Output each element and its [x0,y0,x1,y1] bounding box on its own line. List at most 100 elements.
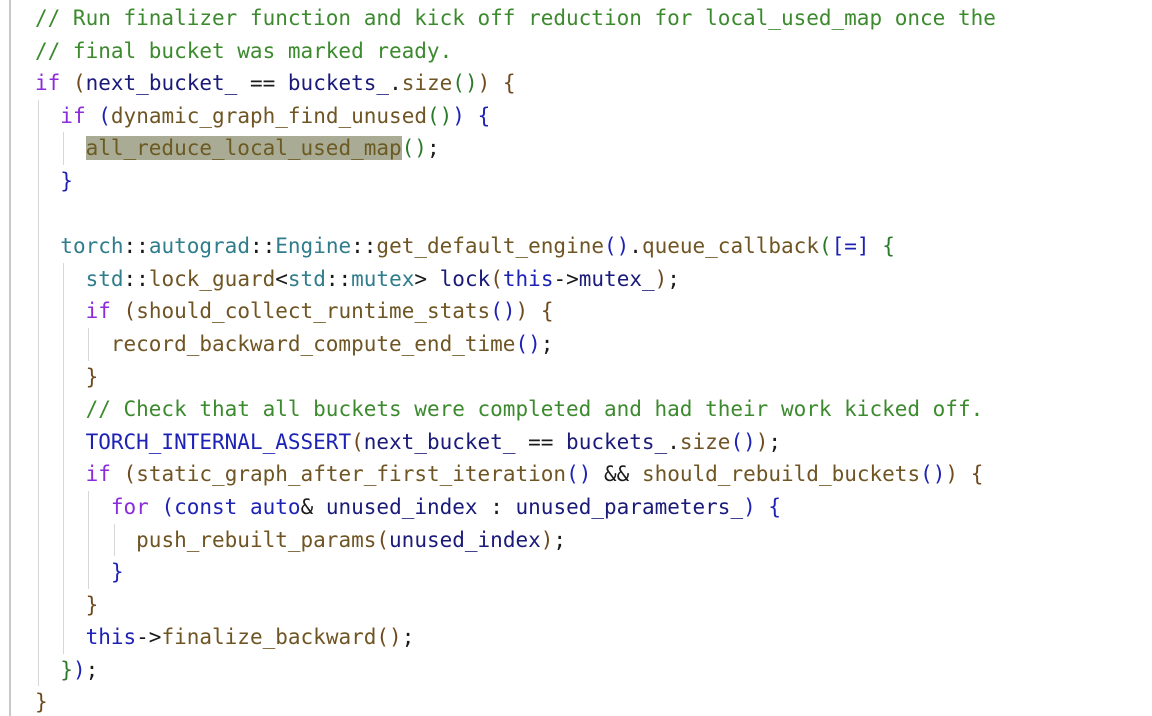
code-line[interactable] [35,197,996,231]
code-token: < [275,266,288,291]
indent-guide [38,164,39,198]
code-token: const [174,494,238,519]
code-token: } [35,690,48,715]
code-line[interactable]: if (should_collect_runtime_stats()) { [35,295,996,328]
indent-guide [38,230,39,263]
code-view[interactable]: // Run finalizer function and kick off r… [35,2,996,716]
code-token: :: [123,266,149,291]
code-editor[interactable]: // Run finalizer function and kick off r… [0,0,1152,716]
code-line[interactable]: all_reduce_local_used_map(); [35,132,996,165]
code-line[interactable]: } [35,164,996,198]
code-line[interactable]: for (const auto& unused_index : unused_p… [35,490,996,524]
code-line[interactable]: } [35,588,996,622]
code-line[interactable]: push_rebuilt_params(unused_index); [35,523,996,557]
code-token: -> [136,625,162,650]
code-line[interactable]: std::lock_guard<std::mutex> lock(this->m… [35,262,996,296]
code-token: ( [376,527,390,552]
code-token: unused_index [325,494,478,519]
code-line[interactable]: if (next_bucket_ == buckets_.size()) { [35,67,996,100]
indent-guide [38,295,39,328]
code-token: () [515,331,541,356]
code-token: ) [477,71,491,96]
code-line[interactable]: TORCH_INTERNAL_ASSERT(next_bucket_ == bu… [35,425,996,459]
code-token: { [768,494,782,519]
code-token: torch [60,234,124,259]
indent-guide [63,490,64,524]
code-token: push_rebuilt_params [136,527,377,552]
code-token: :: [325,266,352,291]
code-line[interactable]: // Check that all buckets were completed… [35,393,996,426]
code-token: ) [654,266,668,291]
code-line[interactable]: if (static_graph_after_first_iteration()… [35,458,996,491]
code-token: . [389,71,402,96]
code-line[interactable]: } [35,556,996,589]
indent-guide [38,99,39,133]
code-token: size [401,71,453,96]
code-line[interactable]: torch::autograd::Engine::get_default_eng… [35,230,996,263]
code-line[interactable]: }); [35,653,996,687]
indent-guide [63,621,64,654]
indent-guide [63,132,64,165]
code-token: () [730,429,756,454]
code-line[interactable]: this->finalize_backward(); [35,621,996,654]
code-line[interactable]: // final bucket was marked ready. [35,35,996,68]
code-token: () [566,462,592,487]
code-token: record_backward_compute_end_time [110,331,516,356]
code-token: buckets_ [566,429,668,454]
code-token: () [426,103,453,128]
indent-guide [88,490,89,524]
indent-guide [38,393,39,426]
indent-guide [38,262,39,296]
indent-guide [38,556,39,589]
code-token: this [85,625,137,650]
code-token: ) [540,527,554,552]
code-token: ; [426,136,440,161]
code-token: static_graph_after_first_iteration [136,462,567,487]
code-line[interactable]: } [35,686,996,716]
code-token: ) [515,299,529,324]
code-token: dynamic_graph_find_unused [110,103,427,128]
code-line[interactable]: } [35,360,996,394]
code-token: ; [85,657,99,682]
code-token: () [920,462,946,487]
code-line[interactable]: if (dynamic_graph_find_unused()) { [35,99,996,133]
code-token: ; [553,527,567,552]
indent-guide [63,523,64,557]
code-token: () [452,71,478,96]
code-token: () [376,625,402,650]
code-token: () [604,234,630,259]
indent-guide [63,360,64,394]
code-token: } [60,168,73,193]
code-token: . [629,234,642,259]
code-line[interactable]: record_backward_compute_end_time(); [35,327,996,361]
code-token: ( [123,299,137,324]
code-token: { [882,234,895,259]
code-token: for [110,494,149,519]
code-token: if [60,103,86,128]
code-token: ( [351,429,364,454]
code-token: { [502,71,516,96]
code-token: next_bucket_ [363,429,516,454]
code-token: // final bucket was marked ready. [35,38,453,63]
code-token: next_bucket_ [85,71,238,96]
indent-guide [38,197,39,231]
code-line[interactable]: // Run finalizer function and kick off r… [35,2,996,35]
indent-guide [38,621,39,654]
